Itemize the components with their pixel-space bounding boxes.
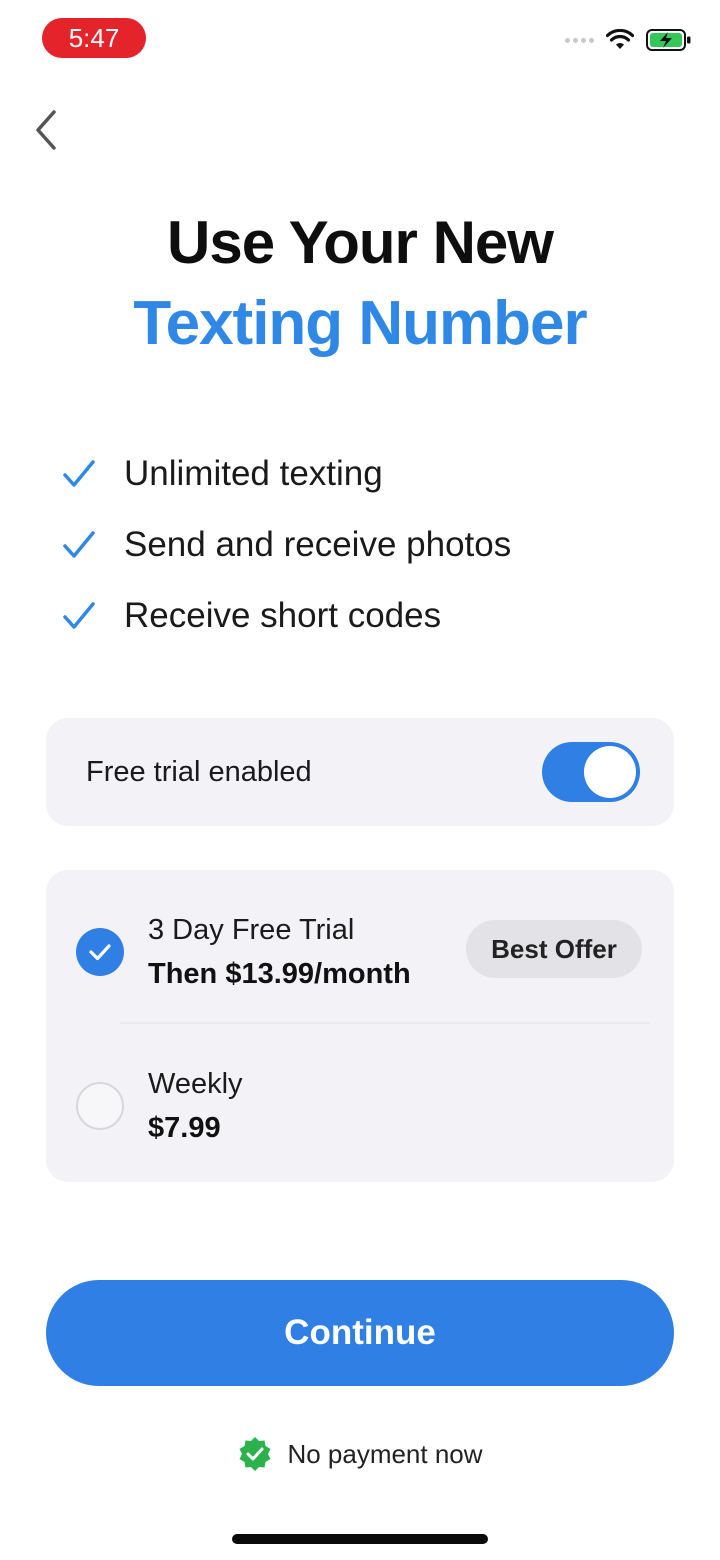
status-icons <box>565 28 692 52</box>
free-trial-toggle[interactable] <box>542 742 640 802</box>
plan-divider <box>120 1022 650 1024</box>
free-trial-row: Free trial enabled <box>46 718 674 826</box>
plan-name: 3 Day Free Trial <box>148 914 355 946</box>
best-offer-badge: Best Offer <box>466 920 642 978</box>
toggle-knob <box>584 746 636 798</box>
feature-item: Receive short codes <box>62 580 511 651</box>
continue-button[interactable]: Continue <box>46 1280 674 1386</box>
checkmark-icon <box>62 459 124 489</box>
no-payment-note: No payment now <box>0 1436 720 1472</box>
plan-option-trial[interactable]: 3 Day Free Trial Then $13.99/month Best … <box>46 880 674 1020</box>
verified-badge-icon <box>239 1437 271 1471</box>
feature-label: Send and receive photos <box>124 524 512 564</box>
status-time: 5:47 <box>42 18 146 58</box>
plan-selector: 3 Day Free Trial Then $13.99/month Best … <box>46 870 674 1182</box>
back-button[interactable] <box>26 106 66 154</box>
feature-label: Unlimited texting <box>124 453 383 493</box>
plan-option-weekly[interactable]: Weekly $7.99 <box>46 1034 674 1174</box>
plan-name: Weekly <box>148 1068 243 1100</box>
chevron-left-icon <box>36 110 56 150</box>
feature-item: Send and receive photos <box>62 509 511 580</box>
checkmark-icon <box>62 530 124 560</box>
wifi-icon <box>606 29 634 49</box>
home-indicator[interactable] <box>232 1534 488 1544</box>
feature-label: Receive short codes <box>124 595 442 635</box>
headline-line-1: Use Your New <box>167 209 554 276</box>
cellular-signal-icon <box>565 37 594 43</box>
battery-charging-icon <box>646 29 691 51</box>
headline-line-2: Texting Number <box>133 289 587 358</box>
free-trial-label: Free trial enabled <box>86 755 312 788</box>
feature-list: Unlimited texting Send and receive photo… <box>62 438 511 651</box>
radio-unchecked-icon[interactable] <box>76 1082 124 1130</box>
feature-item: Unlimited texting <box>62 438 511 509</box>
no-payment-label: No payment now <box>287 1438 483 1469</box>
plan-price: $7.99 <box>148 1112 221 1144</box>
plan-text: Weekly $7.99 <box>148 1064 243 1152</box>
checkmark-icon <box>62 601 124 631</box>
paywall-screen: 5:47 Use Your New Texting Number Unlimit… <box>0 0 720 1560</box>
time-label: 5:47 <box>68 22 120 53</box>
plan-price: Then $13.99/month <box>148 958 411 990</box>
radio-checked-icon[interactable] <box>76 928 124 976</box>
plan-text: 3 Day Free Trial Then $13.99/month <box>148 910 411 998</box>
